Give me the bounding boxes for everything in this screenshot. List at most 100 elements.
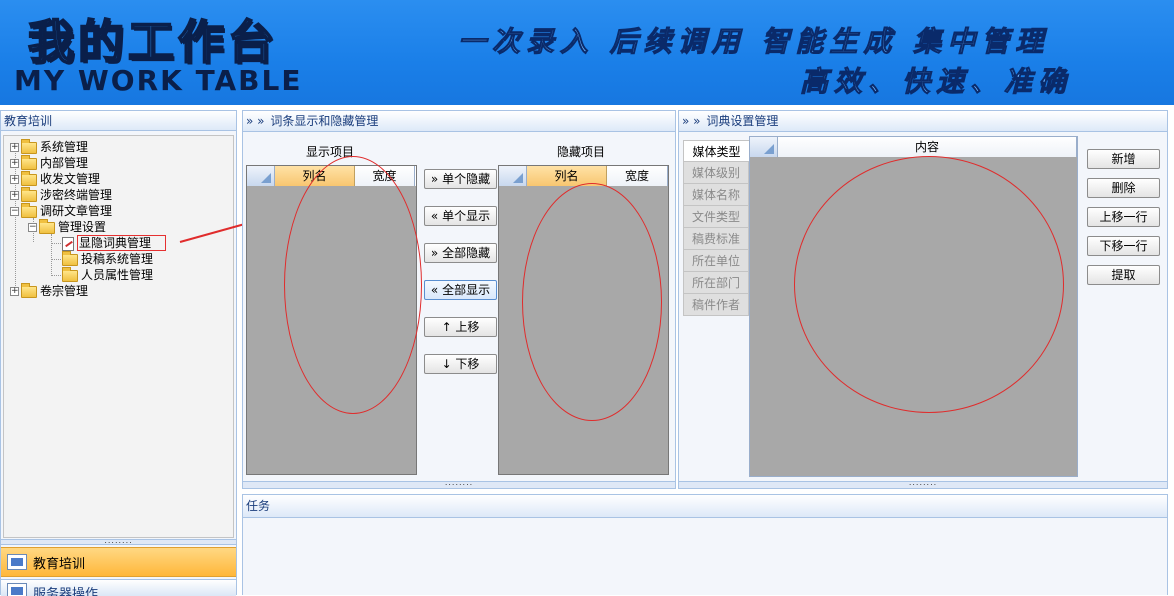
dictionary-tabs: 媒体类型 媒体级别 媒体名称 文件类型 稿费标准 所在单位 所在部门 稿件作者: [683, 140, 749, 316]
accordion-label: 教育培训: [33, 556, 86, 572]
move-row-down-button[interactable]: 下移一行: [1087, 236, 1160, 256]
header-banner: 我的工作台 MY WORK TABLE 一次录入 后续调用 智能生成 集中管理 …: [0, 0, 1174, 105]
tree-item-label: 涉密终端管理: [40, 188, 113, 202]
expand-icon[interactable]: +: [10, 175, 19, 184]
server-icon: [7, 583, 27, 596]
collapse-icon[interactable]: −: [28, 223, 37, 232]
tree-item-documents[interactable]: + 收发文管理: [10, 170, 101, 187]
dictionary-content-grid[interactable]: 内容: [749, 136, 1078, 477]
tree-item-label: 投稿系统管理: [81, 252, 154, 266]
tree-item-settings[interactable]: − 管理设置: [28, 218, 106, 235]
tree-item-label: 收发文管理: [40, 172, 101, 186]
select-all-corner[interactable]: [750, 137, 778, 157]
tree-item-submission[interactable]: 投稿系统管理: [62, 250, 154, 267]
tree-item-label: 卷宗管理: [40, 284, 89, 298]
monitor-icon: [7, 554, 27, 570]
tree-item-label: 显隐词典管理: [77, 235, 167, 251]
tree-item-classified-terminal[interactable]: + 涉密终端管理: [10, 186, 113, 203]
add-button[interactable]: 新增: [1087, 149, 1160, 169]
column-name-header[interactable]: 列名: [527, 166, 607, 186]
term-visibility-title-bar: » » 词条显示和隐藏管理: [243, 111, 675, 132]
move-down-button[interactable]: ↓ 下移: [424, 354, 497, 374]
middle-splitter[interactable]: ........: [243, 479, 675, 488]
double-chevron-icon: » »: [682, 114, 701, 128]
column-content-header[interactable]: 内容: [778, 137, 1077, 157]
tree-item-label: 人员属性管理: [81, 268, 154, 282]
accordion-education[interactable]: 教育培训: [1, 547, 236, 577]
tree-item-personnel[interactable]: 人员属性管理: [62, 266, 154, 283]
collapse-icon[interactable]: −: [10, 207, 19, 216]
column-name-header[interactable]: 列名: [275, 166, 355, 186]
hidden-items-caption: 隐藏项目: [557, 145, 606, 159]
term-visibility-title: 词条显示和隐藏管理: [270, 114, 379, 128]
tree-item-label: 调研文章管理: [40, 204, 113, 218]
grid-header: 内容: [750, 137, 1077, 157]
left-nav-panel: 教育培训 + 系统管理 + 内部管理 + 收发文管理 + 涉密终端管理 − 调研文章管理 …: [0, 110, 237, 596]
task-panel-title: 任务: [243, 495, 1167, 518]
tab-author[interactable]: 稿件作者: [683, 294, 749, 316]
tab-media-level[interactable]: 媒体级别: [683, 162, 749, 184]
show-single-button[interactable]: « 单个显示: [424, 206, 497, 226]
expand-icon[interactable]: +: [10, 191, 19, 200]
left-splitter[interactable]: ........: [1, 537, 236, 545]
folder-icon: [21, 154, 37, 170]
left-panel-title: 教育培训: [1, 111, 236, 131]
move-row-up-button[interactable]: 上移一行: [1087, 207, 1160, 227]
slogan-line-2: 高效、快速、准确: [799, 65, 1073, 99]
tree-item-archives[interactable]: + 卷宗管理: [10, 282, 89, 299]
folder-icon: [21, 282, 37, 298]
nav-tree: + 系统管理 + 内部管理 + 收发文管理 + 涉密终端管理 − 调研文章管理 − 管理设置…: [3, 135, 234, 538]
tab-fee-standard[interactable]: 稿费标准: [683, 228, 749, 250]
move-up-button[interactable]: ↑ 上移: [424, 317, 497, 337]
expand-icon[interactable]: +: [10, 143, 19, 152]
folder-icon: [62, 266, 78, 282]
tree-item-research[interactable]: − 调研文章管理: [10, 202, 113, 219]
column-width-header[interactable]: 宽度: [355, 166, 415, 186]
folder-icon: [62, 250, 78, 266]
tab-department[interactable]: 所在部门: [683, 272, 749, 294]
hidden-items-grid[interactable]: 列名 宽度: [498, 165, 669, 475]
open-folder-icon: [21, 202, 37, 218]
delete-button[interactable]: 删除: [1087, 178, 1160, 198]
hide-single-button[interactable]: » 单个隐藏: [424, 169, 497, 189]
tab-media-name[interactable]: 媒体名称: [683, 184, 749, 206]
tree-item-label: 内部管理: [40, 156, 89, 170]
tree-connector: [51, 259, 61, 260]
edit-document-icon: [62, 236, 74, 251]
shown-items-grid[interactable]: 列名 宽度: [246, 165, 417, 475]
dictionary-settings-title-bar: » » 词典设置管理: [679, 111, 1167, 132]
slogan-line-1: 一次录入 后续调用 智能生成 集中管理: [457, 25, 1050, 59]
tree-connector: [51, 243, 61, 244]
shown-items-caption: 显示项目: [306, 145, 355, 159]
logo-chinese-title: 我的工作台: [27, 14, 278, 70]
expand-icon[interactable]: +: [10, 287, 19, 296]
tree-item-dictionary-visibility[interactable]: 显隐词典管理: [62, 235, 167, 251]
folder-icon: [21, 138, 37, 154]
column-width-header[interactable]: 宽度: [607, 166, 668, 186]
tree-item-label: 系统管理: [40, 140, 89, 154]
logo-english-title: MY WORK TABLE: [14, 64, 303, 97]
select-all-corner[interactable]: [499, 166, 527, 186]
hide-all-button[interactable]: » 全部隐藏: [424, 243, 497, 263]
tree-connector: [51, 275, 61, 276]
tab-unit[interactable]: 所在单位: [683, 250, 749, 272]
dictionary-settings-title: 词典设置管理: [706, 114, 779, 128]
double-chevron-icon: » »: [246, 114, 265, 128]
open-folder-icon: [39, 218, 55, 234]
extract-button[interactable]: 提取: [1087, 265, 1160, 285]
folder-icon: [21, 170, 37, 186]
show-all-button[interactable]: « 全部显示: [424, 280, 497, 300]
right-splitter[interactable]: ........: [679, 479, 1167, 488]
task-panel: 任务: [242, 494, 1168, 595]
tree-item-internal[interactable]: + 内部管理: [10, 154, 89, 171]
tab-media-type[interactable]: 媒体类型: [683, 140, 749, 162]
select-all-corner[interactable]: [247, 166, 275, 186]
folder-icon: [21, 186, 37, 202]
expand-icon[interactable]: +: [10, 159, 19, 168]
tab-file-type[interactable]: 文件类型: [683, 206, 749, 228]
grid-header: 列名 宽度: [499, 166, 668, 186]
accordion-label: 服务器操作: [33, 587, 99, 596]
accordion-server[interactable]: 服务器操作: [1, 579, 236, 596]
tree-item-system[interactable]: + 系统管理: [10, 138, 89, 155]
grid-header: 列名 宽度: [247, 166, 416, 186]
